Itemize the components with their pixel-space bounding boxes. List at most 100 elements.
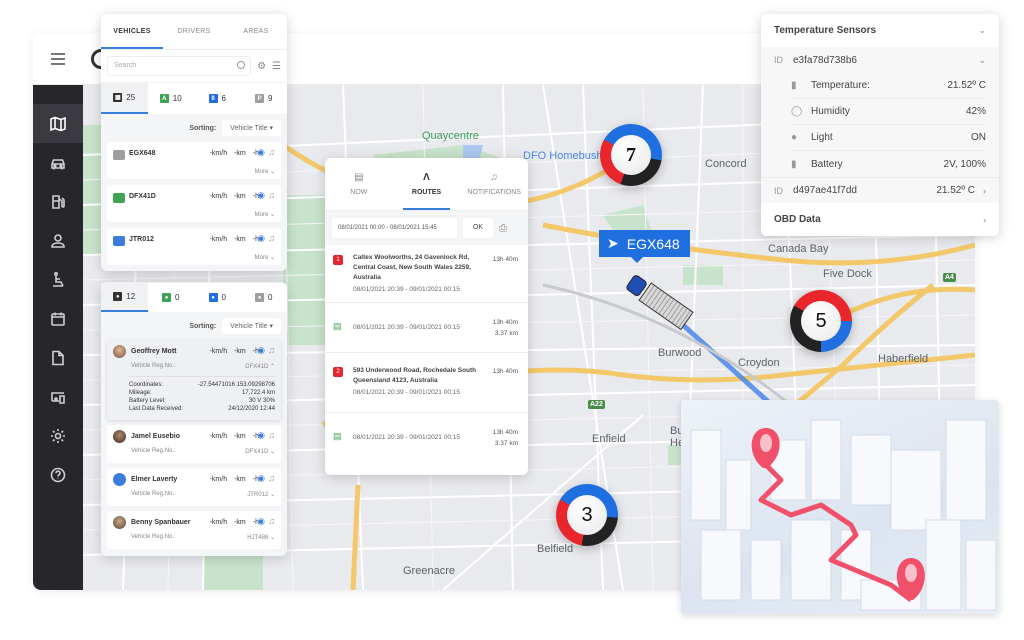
location-pin-icon[interactable]: ◉ — [257, 190, 265, 201]
reg-value[interactable]: JTR012 ⌄ — [247, 491, 275, 498]
route-drive-row[interactable]: ▤ 08/01/2021 20:39 - 09/01/2021 00:15 13… — [325, 303, 528, 353]
all-drivers-icon: ● — [113, 292, 123, 301]
sidebar-item-accessibility[interactable] — [33, 260, 83, 299]
reading-inner: ◯ Humidity 42% — [791, 99, 986, 125]
tab-vehicles[interactable]: VEHICLES — [101, 14, 163, 49]
location-pin-icon[interactable]: ◉ — [257, 233, 265, 244]
bell-icon[interactable]: ♫ — [268, 147, 275, 157]
navigation-arrow-icon: ➤ — [607, 235, 619, 251]
sidebar-item-help[interactable] — [33, 455, 83, 494]
reg-value[interactable]: DFX41D ⌃ — [245, 363, 275, 370]
count-all-drivers[interactable]: ● 12 — [101, 283, 148, 312]
count-active-vehicles[interactable]: A 10 — [148, 83, 195, 114]
bell-icon[interactable]: ♫ — [268, 473, 275, 483]
reg-value[interactable]: HJT486 ⌄ — [247, 534, 275, 541]
route-stop-row[interactable]: 2 593 Underwood Road, Rochedale South Qu… — [325, 353, 528, 413]
cluster-marker[interactable]: 3 — [556, 484, 618, 546]
vehicle-card[interactable]: DFX41D -km/h -km -h ◉ ♫ More ⌄ — [107, 185, 281, 222]
routes-panel: ▤ NOW Λ ROUTES ♫ NOTIFICATIONS 08/01/2021 0… — [325, 158, 528, 475]
obd-data-row[interactable]: OBD Data › — [761, 203, 999, 236]
route-drive-row[interactable]: ▤ 08/01/2021 20:39 - 09/01/2021 00:15 13… — [325, 413, 528, 458]
parked-vehicles-icon: P — [255, 94, 265, 103]
document-icon — [52, 350, 64, 365]
reg-value[interactable]: DFX41D ⌄ — [245, 448, 275, 455]
sorting-select[interactable]: Vehicle Title ▾ — [222, 120, 281, 136]
sorting-select[interactable]: Vehicle Title ▾ — [222, 318, 281, 334]
sensor-reading: ▮ Temperature: 21.52º C — [761, 73, 999, 99]
tab-notifications[interactable]: ♫ NOTIFICATIONS — [460, 158, 528, 210]
bell-icon[interactable]: ♫ — [268, 345, 275, 355]
count-paused-vehicles[interactable]: II 6 — [194, 83, 241, 114]
more-button[interactable]: More ⌄ — [255, 254, 275, 261]
sidebar-item-vehicles[interactable] — [33, 143, 83, 182]
tab-areas[interactable]: AREAS — [225, 14, 287, 49]
driver-card[interactable]: Geoffrey Mott -km/h -km -h ◉ ♫ Vehicle Reg… — [107, 340, 281, 420]
driver-card[interactable]: Jamel Eusebio -km/h -km -h ◉ ♫ Vehicle Reg… — [107, 425, 281, 463]
bell-icon[interactable]: ♫ — [268, 233, 275, 243]
vehicle-name: JTR012 — [129, 236, 154, 243]
ok-button[interactable]: OK — [463, 218, 493, 238]
vehicle-card[interactable]: JTR012 -km/h -km -h ◉ ♫ More ⌄ — [107, 228, 281, 265]
map-label-dfo-homebush: DFO Homebush — [523, 150, 603, 162]
map-label-greenacre: Greenacre — [403, 565, 455, 577]
reg-label: Vehicle Reg.No.: — [131, 491, 176, 497]
vehicle-marker-label[interactable]: ➤ EGX648 — [599, 230, 690, 263]
sensors-header[interactable]: Temperature Sensors ⌄ — [761, 14, 999, 47]
bell-icon[interactable]: ♫ — [268, 190, 275, 200]
location-pin-icon[interactable]: ◉ — [257, 516, 265, 527]
location-pin-icon[interactable]: ◉ — [257, 345, 265, 356]
cluster-marker[interactable]: 5 — [790, 290, 852, 352]
sidebar-item-documents[interactable] — [33, 338, 83, 377]
cluster-marker[interactable]: 7 — [600, 124, 662, 186]
tab-drivers[interactable]: DRIVERS — [163, 14, 225, 49]
filter-icon[interactable]: ☰ — [272, 61, 281, 72]
sorting-value: Vehicle Title — [230, 323, 268, 330]
location-pin-icon[interactable]: ◉ — [257, 473, 265, 484]
more-button[interactable]: More ⌄ — [255, 211, 275, 218]
sidebar-item-fuel[interactable] — [33, 182, 83, 221]
count-parked-vehicles[interactable]: P9 — [241, 83, 288, 114]
tab-routes[interactable]: Λ ROUTES — [393, 158, 461, 210]
sidebar-item-drivers[interactable] — [33, 221, 83, 260]
cluster-count: 3 — [567, 495, 607, 535]
sidebar-item-map[interactable] — [33, 104, 83, 143]
tab-now[interactable]: ▤ NOW — [325, 158, 393, 210]
car-icon — [51, 158, 65, 169]
location-pin-icon[interactable]: ◉ — [257, 147, 265, 158]
location-pin-icon[interactable]: ◉ — [257, 430, 265, 441]
sensor-id: d497ae41f7dd — [793, 185, 857, 196]
detail-row: Last Data Received: 24/12/2020 12:44 — [129, 405, 275, 413]
driver-speed: -km/h — [209, 519, 228, 526]
search-input[interactable]: Search — [107, 56, 252, 76]
gear-icon[interactable]: ⚙ — [257, 61, 266, 72]
bell-icon[interactable]: ♫ — [268, 516, 275, 526]
search-row: Search ⚙ ☰ — [101, 50, 287, 82]
driver-card[interactable]: Elmer Laverty -km/h -km -h ◉ ♫ Vehicle Reg… — [107, 468, 281, 506]
sidebar-item-calendar[interactable] — [33, 299, 83, 338]
sensor-id-row[interactable]: ID e3fa78d738b6 ⌄ — [761, 47, 999, 73]
hamburger-icon[interactable] — [51, 53, 65, 65]
date-range-input[interactable]: 08/01/2021 00:00 - 08/01/2021 15:45 — [332, 218, 457, 238]
sidebar-item-settings[interactable] — [33, 416, 83, 455]
sensor-id: e3fa78d738b6 — [793, 54, 857, 66]
stop-time: 08/01/2021 20:39 - 09/01/2021 00:15 — [353, 286, 460, 293]
car-icon: ▤ — [333, 431, 342, 441]
count-active-drivers[interactable]: ● 0 — [148, 283, 195, 312]
route-stop-row[interactable]: 1 Caltex Woolworths, 24 Gavenlock Rd, Ce… — [325, 245, 528, 303]
sensor-reading: ▮ Battery 2V, 100% — [761, 151, 999, 177]
count-driving-drivers[interactable]: ● 0 — [194, 283, 241, 312]
drive-time: 08/01/2021 20:39 - 09/01/2021 00:15 — [353, 324, 460, 331]
bell-icon[interactable]: ♫ — [268, 430, 275, 440]
count-offline-drivers[interactable]: ● 0 — [241, 283, 288, 312]
count-all-vehicles[interactable]: ▦ 25 — [101, 83, 148, 114]
sidebar-item-devices[interactable] — [33, 377, 83, 416]
vehicle-card[interactable]: EGX648 -km/h -km -h ◉ ♫ More ⌄ — [107, 142, 281, 179]
car-icon — [113, 236, 125, 246]
more-button[interactable]: More ⌄ — [255, 168, 275, 175]
driver-card[interactable]: Benny Spanbauer -km/h -km -h ◉ ♫ Vehicle R… — [107, 511, 281, 549]
help-icon — [50, 467, 66, 482]
driver-speed: -km/h — [209, 476, 228, 483]
reg-number: DFX41D — [245, 449, 269, 455]
printer-icon[interactable]: ⎙ — [499, 223, 507, 234]
sensor-id-row[interactable]: ID d497ae41f7dd 21.52º C › — [761, 177, 999, 203]
